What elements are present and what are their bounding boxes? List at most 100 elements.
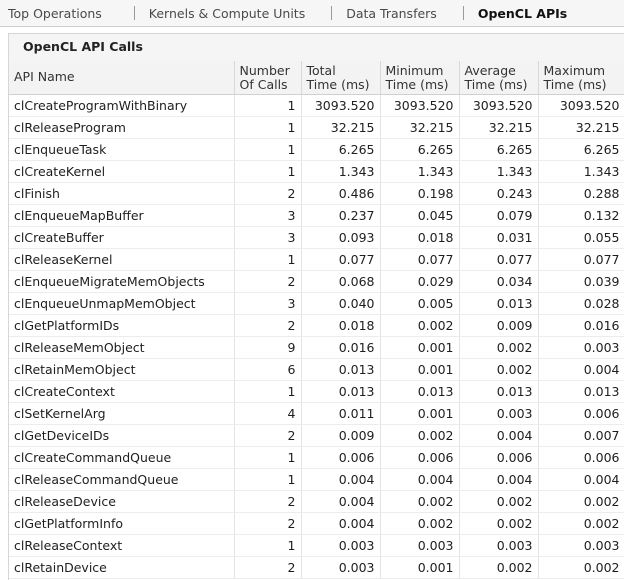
table-row[interactable]: clCreateBuffer 3 0.093 0.018 0.031 0.055 xyxy=(9,226,624,249)
cell-average-time: 0.002 xyxy=(459,336,539,359)
cell-api-name: clReleaseContext xyxy=(9,534,235,557)
cell-number-of-calls: 2 xyxy=(234,512,302,535)
cell-maximum-time: 6.265 xyxy=(538,138,624,161)
cell-minimum-time: 0.004 xyxy=(380,468,460,491)
cell-number-of-calls: 1 xyxy=(234,380,302,403)
cell-minimum-time: 0.001 xyxy=(380,556,460,579)
column-header-label: Average xyxy=(464,63,516,78)
tab-opencl-apis[interactable]: OpenCL APIs xyxy=(470,0,575,27)
table-row[interactable]: clSetKernelArg 4 0.011 0.001 0.003 0.006 xyxy=(9,402,624,425)
cell-total-time: 0.077 xyxy=(301,248,381,271)
table-row[interactable]: clReleaseContext 1 0.003 0.003 0.003 0.003 xyxy=(9,534,624,557)
column-header-label: Time (ms) xyxy=(385,77,449,92)
column-header-label: Minimum xyxy=(385,63,444,78)
cell-maximum-time: 0.039 xyxy=(538,270,624,293)
cell-total-time: 32.215 xyxy=(301,116,381,139)
column-header-number-of-calls[interactable]: Number Of Calls xyxy=(234,61,302,95)
cell-average-time: 0.077 xyxy=(459,248,539,271)
cell-minimum-time: 3093.520 xyxy=(380,94,460,117)
cell-minimum-time: 0.002 xyxy=(380,490,460,513)
cell-average-time: 0.009 xyxy=(459,314,539,337)
column-header-label: Time (ms) xyxy=(464,77,528,92)
table-row[interactable]: clFinish 2 0.486 0.198 0.243 0.288 xyxy=(9,182,624,205)
table-row[interactable]: clRetainDevice 2 0.003 0.001 0.002 0.002 xyxy=(9,556,624,579)
cell-average-time: 0.013 xyxy=(459,292,539,315)
cell-number-of-calls: 2 xyxy=(234,182,302,205)
table-row[interactable]: clReleaseDevice 2 0.004 0.002 0.002 0.002 xyxy=(9,490,624,513)
panel-title: OpenCL API Calls xyxy=(9,34,624,61)
cell-maximum-time: 0.007 xyxy=(538,424,624,447)
cell-maximum-time: 0.028 xyxy=(538,292,624,315)
cell-total-time: 0.016 xyxy=(301,336,381,359)
cell-total-time: 0.237 xyxy=(301,204,381,227)
cell-number-of-calls: 1 xyxy=(234,160,302,183)
cell-minimum-time: 0.003 xyxy=(380,534,460,557)
cell-maximum-time: 0.002 xyxy=(538,490,624,513)
tab-bar: Top Operations Kernels & Compute Units D… xyxy=(0,0,624,27)
cell-minimum-time: 0.198 xyxy=(380,182,460,205)
cell-maximum-time: 0.003 xyxy=(538,534,624,557)
column-header-total-time[interactable]: Total Time (ms) xyxy=(301,61,381,95)
table-row[interactable]: clReleaseProgram 1 32.215 32.215 32.215 32.21… xyxy=(9,116,624,139)
table-row[interactable]: clEnqueueMigrateMemObjects 2 0.068 0.029 0.0… xyxy=(9,270,624,293)
table-row[interactable]: clGetPlatformIDs 2 0.018 0.002 0.009 0.016 xyxy=(9,314,624,337)
cell-number-of-calls: 1 xyxy=(234,534,302,557)
cell-number-of-calls: 1 xyxy=(234,116,302,139)
cell-total-time: 0.068 xyxy=(301,270,381,293)
tab-data-transfers[interactable]: Data Transfers xyxy=(338,0,445,27)
cell-number-of-calls: 2 xyxy=(234,424,302,447)
cell-average-time: 0.079 xyxy=(459,204,539,227)
table-row[interactable]: clCreateKernel 1 1.343 1.343 1.343 1.343 xyxy=(9,160,624,183)
column-header-label: Time (ms) xyxy=(543,77,607,92)
table-row[interactable]: clReleaseMemObject 9 0.016 0.001 0.002 0.003 xyxy=(9,336,624,359)
table-row[interactable]: clGetDeviceIDs 2 0.009 0.002 0.004 0.007 xyxy=(9,424,624,447)
cell-average-time: 0.002 xyxy=(459,512,539,535)
cell-minimum-time: 0.045 xyxy=(380,204,460,227)
cell-api-name: clEnqueueUnmapMemObject xyxy=(9,292,235,315)
cell-average-time: 0.002 xyxy=(459,556,539,579)
table-row[interactable]: clReleaseKernel 1 0.077 0.077 0.077 0.077 xyxy=(9,248,624,271)
cell-maximum-time: 3093.520 xyxy=(538,94,624,117)
table-row[interactable]: clCreateProgramWithBinary 1 3093.520 3093.5… xyxy=(9,94,624,117)
column-header-label: Number xyxy=(239,63,290,78)
cell-total-time: 0.011 xyxy=(301,402,381,425)
table-row[interactable]: clCreateCommandQueue 1 0.006 0.006 0.006 0.00… xyxy=(9,446,624,469)
table-row[interactable]: clCreateContext 1 0.013 0.013 0.013 0.013 xyxy=(9,380,624,403)
cell-average-time: 0.002 xyxy=(459,490,539,513)
cell-maximum-time: 0.132 xyxy=(538,204,624,227)
cell-total-time: 0.486 xyxy=(301,182,381,205)
cell-maximum-time: 0.006 xyxy=(538,402,624,425)
table-row[interactable]: clGetPlatformInfo 2 0.004 0.002 0.002 0.002 xyxy=(9,512,624,535)
tab-separator xyxy=(462,6,464,20)
cell-total-time: 6.265 xyxy=(301,138,381,161)
tab-top-operations[interactable]: Top Operations xyxy=(0,0,110,27)
cell-minimum-time: 0.002 xyxy=(380,314,460,337)
cell-average-time: 0.031 xyxy=(459,226,539,249)
cell-api-name: clRetainDevice xyxy=(9,556,235,579)
cell-api-name: clCreateKernel xyxy=(9,160,235,183)
column-header-maximum-time[interactable]: Maximum Time (ms) xyxy=(538,61,624,95)
cell-minimum-time: 0.013 xyxy=(380,380,460,403)
column-header-label: Maximum xyxy=(543,63,606,78)
cell-number-of-calls: 1 xyxy=(234,94,302,117)
table-row[interactable]: clEnqueueUnmapMemObject 3 0.040 0.005 0.013 0… xyxy=(9,292,624,315)
cell-average-time: 0.002 xyxy=(459,358,539,381)
table-row[interactable]: clEnqueueMapBuffer 3 0.237 0.045 0.079 0.132 xyxy=(9,204,624,227)
cell-maximum-time: 0.288 xyxy=(538,182,624,205)
column-header-minimum-time[interactable]: Minimum Time (ms) xyxy=(380,61,460,95)
opencl-api-calls-panel: OpenCL API Calls API Name Number Of Calls T… xyxy=(8,33,624,580)
column-header-api-name[interactable]: API Name xyxy=(9,61,235,95)
cell-total-time: 0.006 xyxy=(301,446,381,469)
table-row[interactable]: clEnqueueTask 1 6.265 6.265 6.265 6.265 xyxy=(9,138,624,161)
cell-number-of-calls: 3 xyxy=(234,292,302,315)
cell-api-name: clRetainMemObject xyxy=(9,358,235,381)
column-header-average-time[interactable]: Average Time (ms) xyxy=(459,61,539,95)
cell-number-of-calls: 4 xyxy=(234,402,302,425)
tab-kernels-compute-units[interactable]: Kernels & Compute Units xyxy=(141,0,313,27)
cell-total-time: 0.004 xyxy=(301,468,381,491)
cell-maximum-time: 0.016 xyxy=(538,314,624,337)
cell-total-time: 0.009 xyxy=(301,424,381,447)
cell-maximum-time: 0.004 xyxy=(538,468,624,491)
table-row[interactable]: clReleaseCommandQueue 1 0.004 0.004 0.004 0.0… xyxy=(9,468,624,491)
table-row[interactable]: clRetainMemObject 6 0.013 0.001 0.002 0.004 xyxy=(9,358,624,381)
